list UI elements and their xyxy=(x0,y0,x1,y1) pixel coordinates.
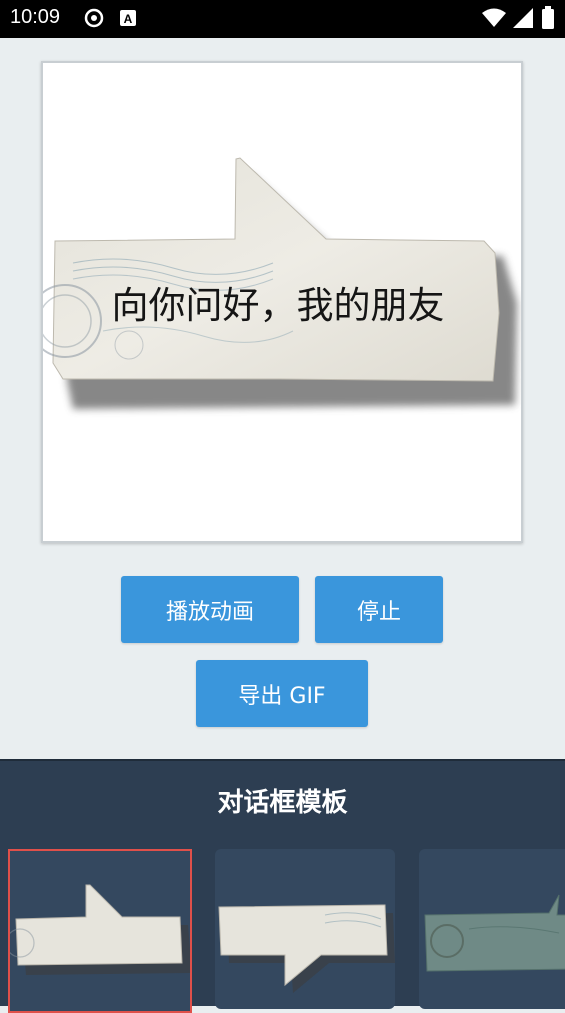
status-time: 10:09 xyxy=(10,6,61,28)
a-app-icon: A xyxy=(119,8,137,32)
signal-app-icon xyxy=(84,8,104,32)
stop-button[interactable]: 停止 xyxy=(315,576,443,643)
template-item-3[interactable] xyxy=(419,849,565,1009)
template-thumbnail-3 xyxy=(424,894,565,972)
battery-icon xyxy=(541,6,555,34)
template-thumbnail-1 xyxy=(10,884,190,975)
play-animation-button[interactable]: 播放动画 xyxy=(121,576,299,643)
template-item-2[interactable] xyxy=(215,849,395,1009)
template-thumbnail-2 xyxy=(218,904,395,993)
template-item-1[interactable] xyxy=(8,849,192,1013)
animation-preview: 向你问好，我的朋友 xyxy=(41,61,523,543)
templates-title: 对话框模板 xyxy=(217,788,348,818)
svg-text:A: A xyxy=(124,12,133,26)
wifi-icon xyxy=(481,7,507,33)
bubble-caption: 向你问好，我的朋友 xyxy=(111,284,445,327)
cell-signal-icon xyxy=(512,7,534,33)
status-bar: 10:09 A xyxy=(0,0,565,38)
export-gif-button[interactable]: 导出 GIF xyxy=(196,660,368,727)
